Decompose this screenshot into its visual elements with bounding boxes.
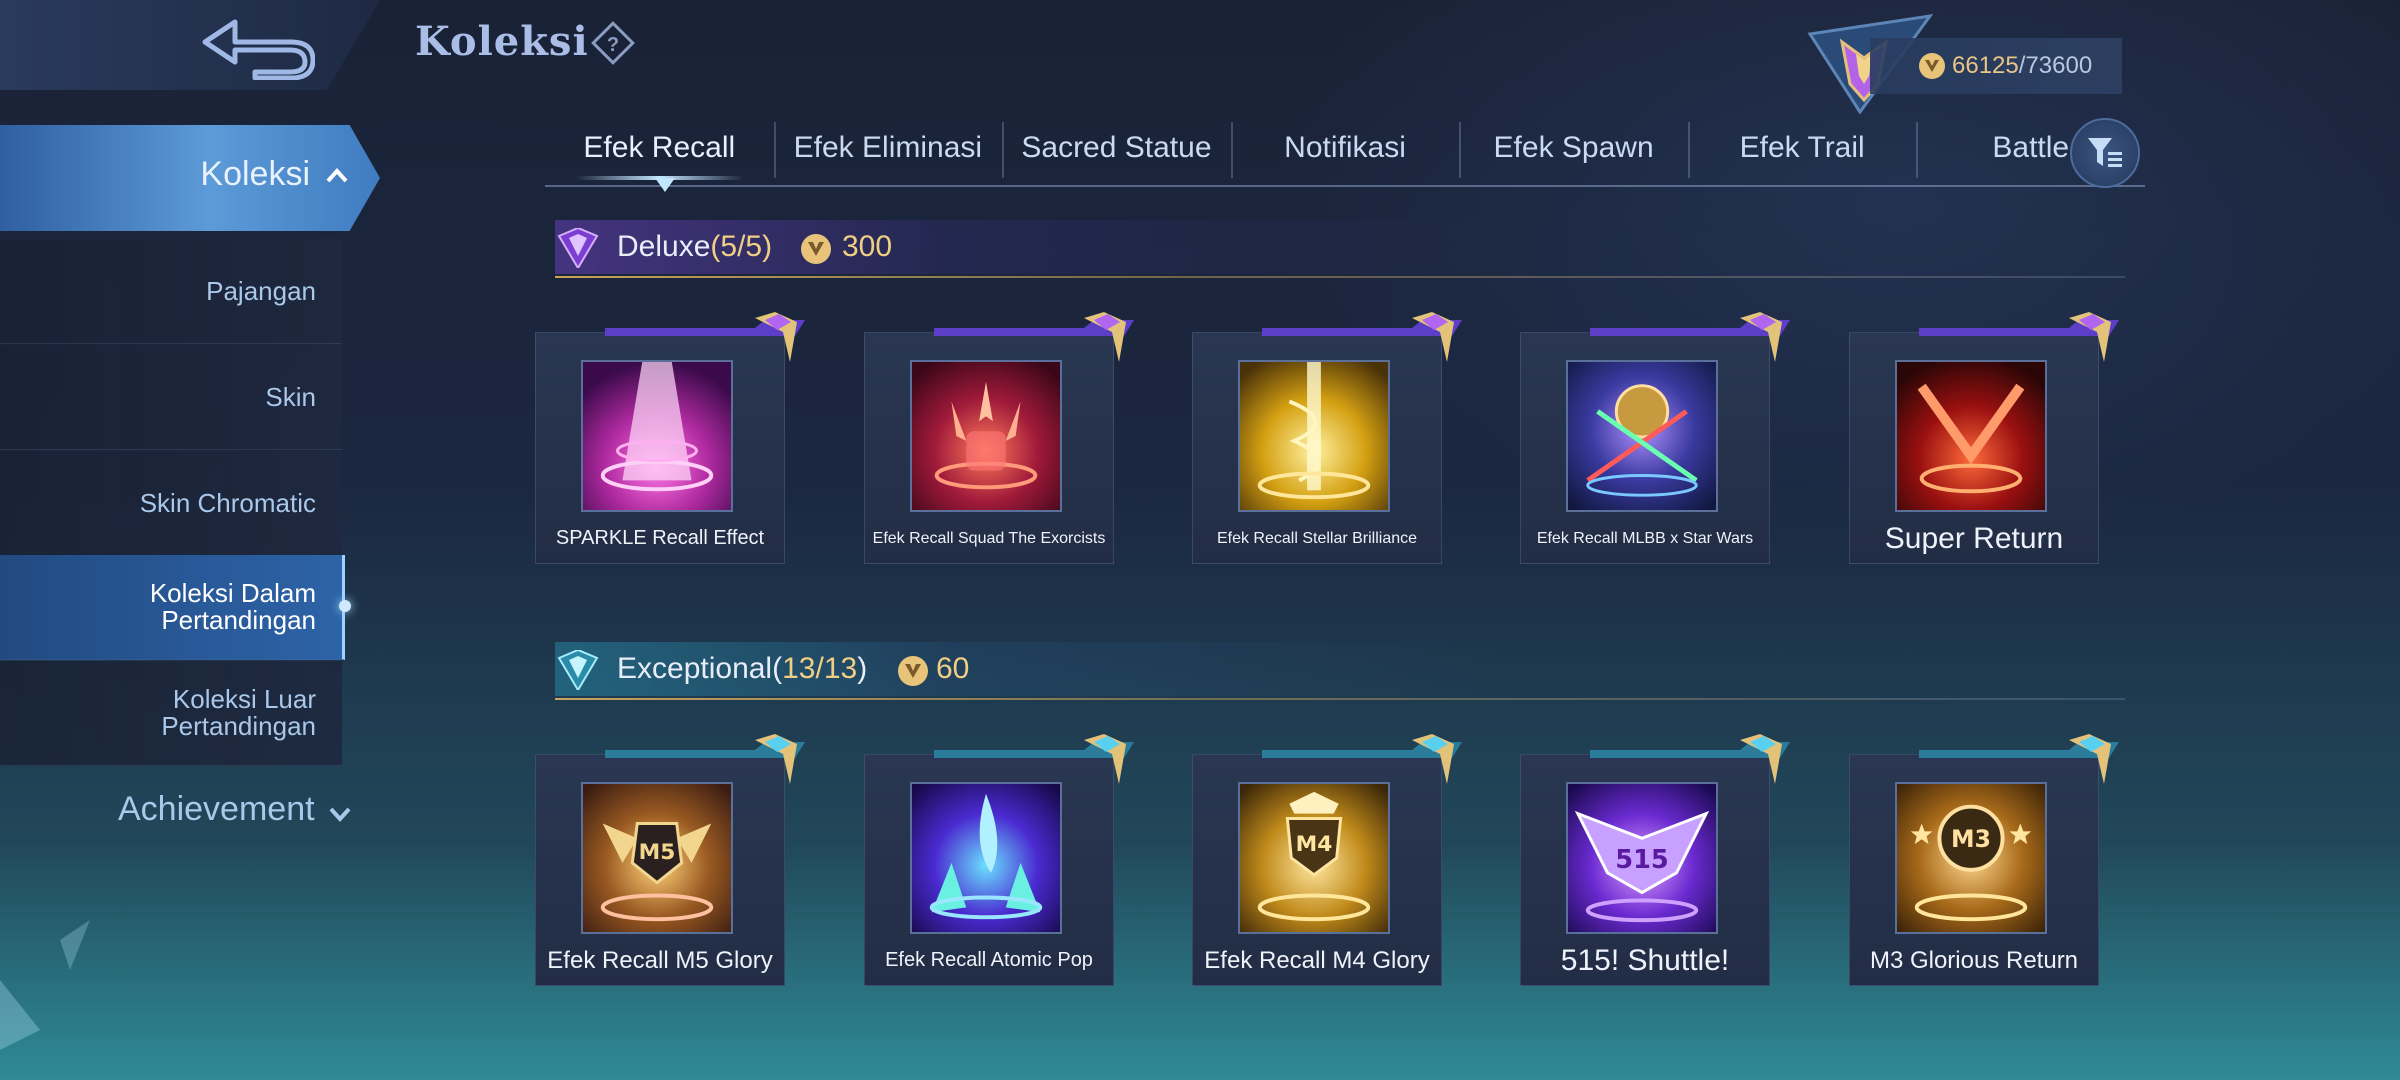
tab-sacred-statue[interactable]: Sacred Statue <box>1002 118 1231 178</box>
item-card[interactable]: M3 M3 Glorious Return <box>1849 734 2119 986</box>
sidebar-item-pajangan[interactable]: Pajangan <box>0 239 342 344</box>
item-name: Efek Recall Squad The Exorcists <box>872 529 1106 547</box>
section-bar <box>555 220 2125 274</box>
sidebar-item-label: Pajangan <box>206 275 316 306</box>
m4-glory-thumbnail: M4 <box>1238 782 1390 934</box>
back-arrow-icon[interactable] <box>195 10 315 80</box>
sparkle-recall-thumbnail <box>581 360 733 512</box>
super-return-thumbnail <box>1895 360 2047 512</box>
currency-value: 66125/73600 <box>1952 52 2093 79</box>
515-emblem-text: 515 <box>1615 845 1669 875</box>
item-card[interactable]: M5 Efek Recall M5 Glory <box>535 734 805 986</box>
item-card[interactable]: Efek Recall Atomic Pop <box>864 734 1134 986</box>
page-title: Koleksi <box>415 18 589 65</box>
chevron-down-icon <box>329 807 351 822</box>
sidebar-item-label: Koleksi Luar Pertandingan <box>161 684 316 741</box>
sidebar-item-koleksi-luar-pertandingan[interactable]: Koleksi Luar Pertandingan <box>0 661 342 766</box>
stellar-brilliance-thumbnail <box>1238 360 1390 512</box>
tab-efek-spawn[interactable]: Efek Spawn <box>1459 118 1688 178</box>
section-divider <box>555 276 2125 278</box>
selected-indicator <box>339 600 351 612</box>
item-name: 515! Shuttle! <box>1560 943 1730 977</box>
item-name: Efek Recall M4 Glory <box>1204 946 1430 974</box>
coin-icon <box>801 234 831 264</box>
item-name: Efek Recall Stellar Brilliance <box>1216 529 1418 547</box>
decor-shard-icon <box>0 920 90 1050</box>
item-name: Efek Recall Atomic Pop <box>885 948 1093 971</box>
sidebar-item-koleksi-dalam-pertandingan[interactable]: Koleksi Dalam Pertandingan <box>0 555 351 660</box>
section-title: Exceptional(13/13) <box>617 652 868 685</box>
category-tabs: Efek Recall Efek Eliminasi Sacred Statue… <box>545 118 2145 186</box>
item-card[interactable]: 515 515! Shuttle! <box>1520 734 1790 986</box>
filter-icon <box>2088 138 2122 167</box>
m5-emblem-text: M5 <box>639 840 676 865</box>
tab-notifikasi[interactable]: Notifikasi <box>1230 118 1460 178</box>
header-back-panel <box>0 0 380 90</box>
section-price: 60 <box>936 652 970 685</box>
m5-glory-thumbnail: M5 <box>581 782 733 934</box>
m4-emblem-text: M4 <box>1296 832 1333 857</box>
item-name: M3 Glorious Return <box>1869 946 2079 974</box>
item-name: Efek Recall M5 Glory <box>547 946 773 974</box>
squad-exorcists-thumbnail <box>910 360 1062 512</box>
item-name: SPARKLE Recall Effect <box>555 526 765 549</box>
exceptional-gem-icon <box>557 650 599 690</box>
svg-text:?: ? <box>607 34 619 56</box>
sidebar-group-koleksi[interactable]: Koleksi <box>0 125 380 231</box>
star-wars-recall-thumbnail <box>1566 360 1718 512</box>
item-card[interactable]: Efek Recall Squad The Exorcists <box>864 312 1134 564</box>
section-header-exceptional: Exceptional(13/13) 60 <box>555 642 2125 700</box>
item-card[interactable]: Efek Recall Stellar Brilliance <box>1192 312 1462 564</box>
sidebar-item-skin[interactable]: Skin <box>0 345 342 450</box>
sidebar-item-label: Skin Chromatic <box>139 487 316 518</box>
chevron-up-icon <box>326 168 348 183</box>
item-card[interactable]: Super Return <box>1849 312 2119 564</box>
tab-efek-trail[interactable]: Efek Trail <box>1687 118 1917 178</box>
section-title: Deluxe(5/5) <box>617 230 773 263</box>
item-card[interactable]: Efek Recall MLBB x Star Wars <box>1520 312 1790 564</box>
item-name: Super Return <box>1884 521 2064 555</box>
sidebar-item-label: Koleksi Dalam Pertandingan <box>149 578 316 635</box>
sidebar-group-label: Koleksi <box>200 155 310 193</box>
item-name: Efek Recall MLBB x Star Wars <box>1536 529 1754 547</box>
coin-icon <box>1919 53 1945 79</box>
help-icon[interactable]: ? <box>590 20 636 66</box>
tab-efek-recall[interactable]: Efek Recall <box>545 118 774 180</box>
sidebar-item-label: Skin <box>265 381 316 412</box>
tabs-divider <box>545 185 2145 187</box>
item-card[interactable]: M4 Efek Recall M4 Glory <box>1192 734 1462 986</box>
filter-button[interactable] <box>2070 118 2140 188</box>
achievement-label: Achievement <box>118 790 315 828</box>
atomic-pop-thumbnail <box>910 782 1062 934</box>
sidebar-item-skin-chromatic[interactable]: Skin Chromatic <box>0 451 342 556</box>
m3-glorious-return-thumbnail: M3 <box>1895 782 2047 934</box>
deluxe-gem-icon <box>557 228 599 268</box>
coin-icon <box>898 656 928 686</box>
m3-emblem-text: M3 <box>1951 825 1991 853</box>
section-divider <box>555 698 2125 700</box>
item-card[interactable]: SPARKLE Recall Effect <box>535 312 805 564</box>
active-tab-marker-icon <box>655 178 675 192</box>
battle-points-counter: 66125/73600 <box>1870 38 2122 94</box>
515-shuttle-thumbnail: 515 <box>1566 782 1718 934</box>
sidebar-achievement[interactable]: Achievement <box>118 790 353 829</box>
tab-efek-eliminasi[interactable]: Efek Eliminasi <box>773 118 1003 178</box>
section-price: 300 <box>842 230 893 263</box>
section-header-deluxe: Deluxe(5/5) 300 <box>555 220 2125 278</box>
